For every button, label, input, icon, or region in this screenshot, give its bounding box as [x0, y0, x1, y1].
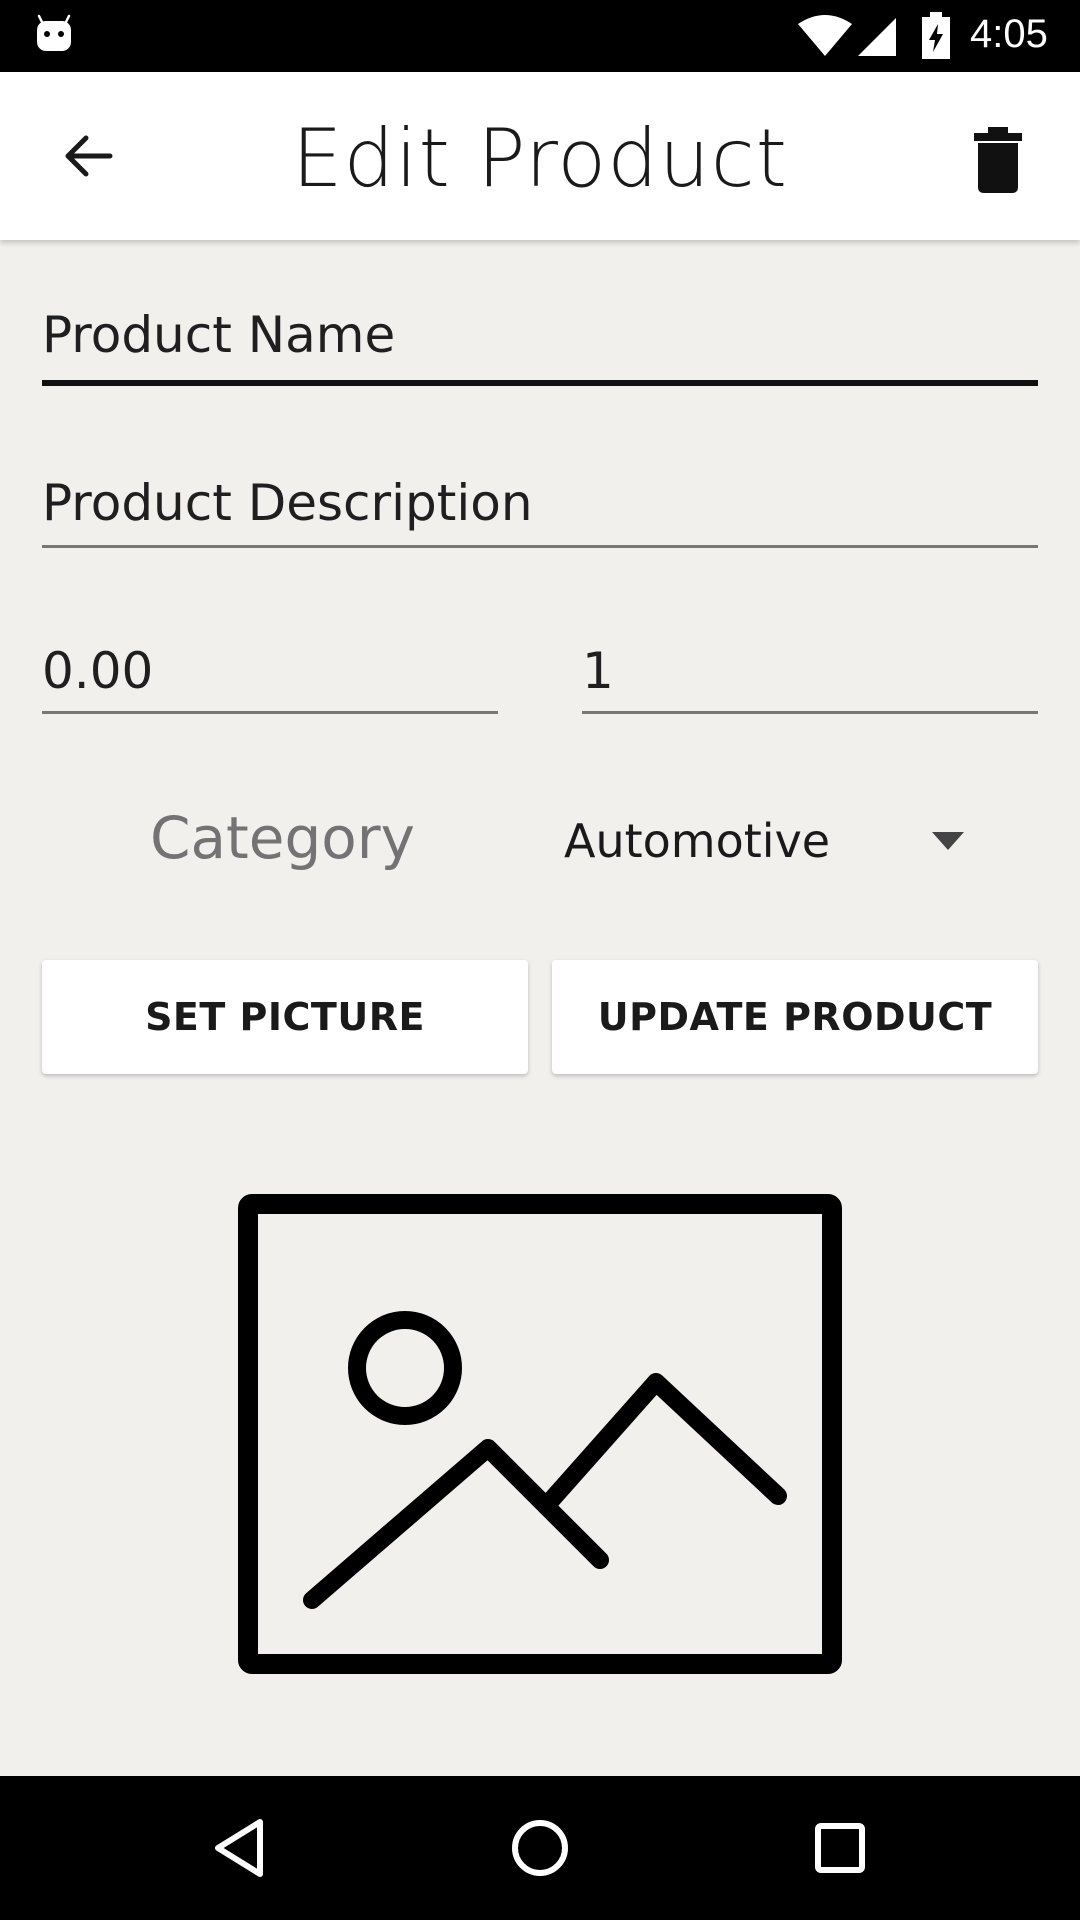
nav-recents-icon[interactable] — [804, 1812, 876, 1884]
product-description-underline — [42, 545, 1038, 548]
product-name-underline — [42, 380, 1038, 386]
category-label: Category — [150, 804, 415, 872]
battery-charging-icon — [922, 12, 950, 59]
image-placeholder-icon — [238, 1194, 842, 1674]
quantity-value: 1 — [582, 642, 614, 700]
price-underline — [42, 711, 498, 714]
dropdown-arrow-icon — [932, 832, 964, 850]
nav-back-icon[interactable] — [204, 1812, 276, 1884]
quantity-underline — [582, 711, 1038, 714]
price-field[interactable]: 0.00 — [42, 642, 498, 714]
signal-icon — [858, 18, 896, 56]
set-picture-button[interactable]: SET PICTURE — [42, 960, 528, 1074]
category-selected-value: Automotive — [564, 814, 831, 868]
product-name-field[interactable]: Product Name — [42, 306, 1038, 386]
status-bar: 4:05 — [0, 0, 1080, 72]
wifi-icon — [798, 15, 852, 56]
page-title: Edit Product — [291, 112, 789, 205]
trash-icon — [974, 127, 1022, 193]
product-description-value: Product Description — [42, 474, 533, 532]
update-product-button[interactable]: UPDATE PRODUCT — [552, 960, 1038, 1074]
price-value: 0.00 — [42, 642, 154, 700]
quantity-field[interactable]: 1 — [582, 642, 1038, 714]
nav-home-icon[interactable] — [504, 1812, 576, 1884]
category-dropdown[interactable]: Automotive — [560, 800, 980, 880]
status-time: 4:05 — [970, 12, 1048, 56]
product-name-value: Product Name — [42, 306, 396, 364]
android-icon — [37, 14, 71, 51]
app-bar: Edit Product — [0, 72, 1080, 240]
delete-button[interactable] — [950, 112, 1046, 208]
product-description-field[interactable]: Product Description — [42, 474, 1038, 548]
system-nav-bar — [0, 1776, 1080, 1920]
